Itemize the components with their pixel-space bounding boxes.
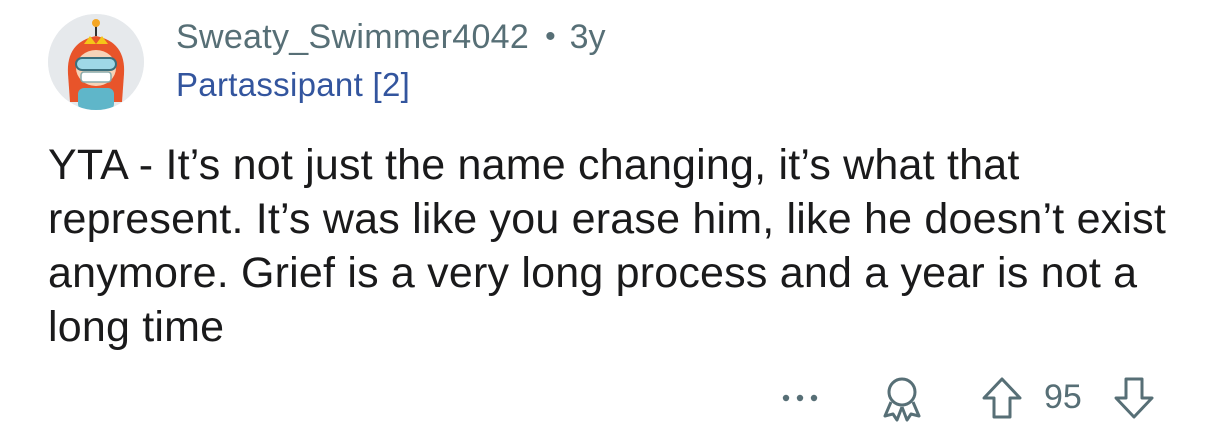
upvote-arrow-icon[interactable] [978, 374, 1026, 427]
comment-body: YTA - It’s not just the name changing, i… [48, 141, 1166, 351]
comment-card: Sweaty_Swimmer4042 • 3y Partassipant [2]… [0, 0, 1206, 442]
author-username[interactable]: Sweaty_Swimmer4042 [176, 18, 529, 57]
author-row: Sweaty_Swimmer4042 • 3y [176, 14, 606, 60]
award-icon[interactable] [877, 374, 927, 427]
comment-meta: Sweaty_Swimmer4042 • 3y Partassipant [2] [176, 14, 606, 104]
downvote-arrow-icon[interactable] [1110, 374, 1158, 427]
more-horizontal-icon[interactable] [778, 378, 822, 423]
meta-separator: • [545, 20, 556, 53]
avatar-image [48, 14, 144, 110]
comment-age: 3y [569, 17, 606, 56]
comment-actions: 95 [0, 370, 1206, 426]
vote-score: 95 [1044, 378, 1082, 416]
user-flair: Partassipant [2] [176, 66, 411, 103]
avatar[interactable] [48, 14, 144, 110]
